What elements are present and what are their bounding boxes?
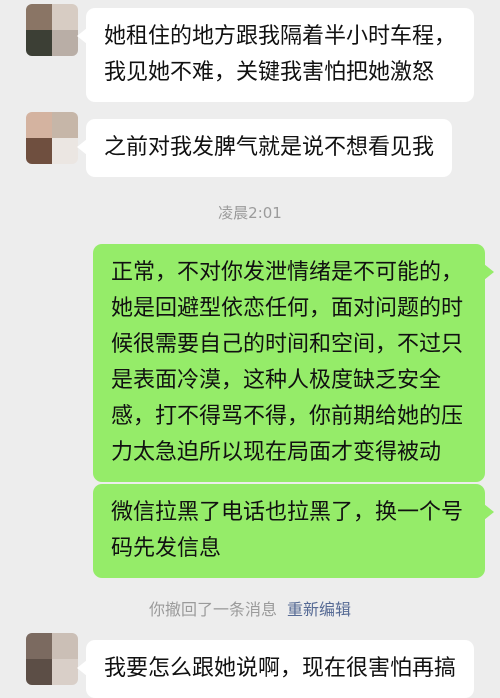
message-text-line: 我见她不难，关键我害怕把她激怒 bbox=[104, 60, 435, 85]
outgoing-message-bubble[interactable]: 正常，不对你发泄情绪是不可能的， 她是回避型依恋任何，面对问题的时 候很需要自己… bbox=[93, 244, 494, 482]
incoming-message-bubble[interactable]: 我要怎么跟她说啊，现在很害怕再搞 bbox=[76, 640, 475, 698]
message-text-line: 我要怎么跟她说啊，现在很害怕再搞 bbox=[104, 656, 457, 681]
incoming-message-bubble[interactable]: 之前对我发脾气就是说不想看见我 bbox=[76, 119, 453, 177]
message-text-line: 感，打不得骂不得，你前期给她的压 bbox=[111, 404, 464, 429]
message-timestamp: 凌晨2:01 bbox=[218, 204, 282, 222]
message-text-line: 她是回避型依恋任何，面对问题的时 bbox=[111, 296, 464, 321]
recall-notice: 你撤回了一条消息 重新编辑 bbox=[0, 596, 500, 620]
message-text-line: 码先发信息 bbox=[111, 536, 222, 561]
message-text-line: 力太急迫所以现在局面才变得被动 bbox=[111, 440, 442, 465]
outgoing-message-bubble[interactable]: 微信拉黑了电话也拉黑了，换一个号 码先发信息 bbox=[93, 484, 494, 578]
message-text-line: 正常，不对你发泄情绪是不可能的， bbox=[111, 260, 464, 285]
incoming-message-bubble[interactable]: 她租住的地方跟我隔着半小时车程， 我见她不难，关键我害怕把她激怒 bbox=[76, 8, 475, 102]
recall-text: 你撤回了一条消息 bbox=[148, 600, 277, 619]
message-text-line: 候很需要自己的时间和空间，不过只 bbox=[111, 332, 464, 357]
contact-avatar[interactable] bbox=[26, 4, 78, 56]
message-text-line: 她租住的地方跟我隔着半小时车程， bbox=[104, 24, 457, 49]
contact-avatar[interactable] bbox=[26, 633, 78, 685]
message-text-line: 微信拉黑了电话也拉黑了，换一个号 bbox=[111, 500, 464, 525]
contact-avatar[interactable] bbox=[26, 112, 78, 164]
message-text-line: 是表面冷漠，这种人极度缺乏安全 bbox=[111, 368, 442, 393]
message-text-line: 之前对我发脾气就是说不想看见我 bbox=[104, 135, 435, 160]
re-edit-link[interactable]: 重新编辑 bbox=[287, 600, 351, 619]
